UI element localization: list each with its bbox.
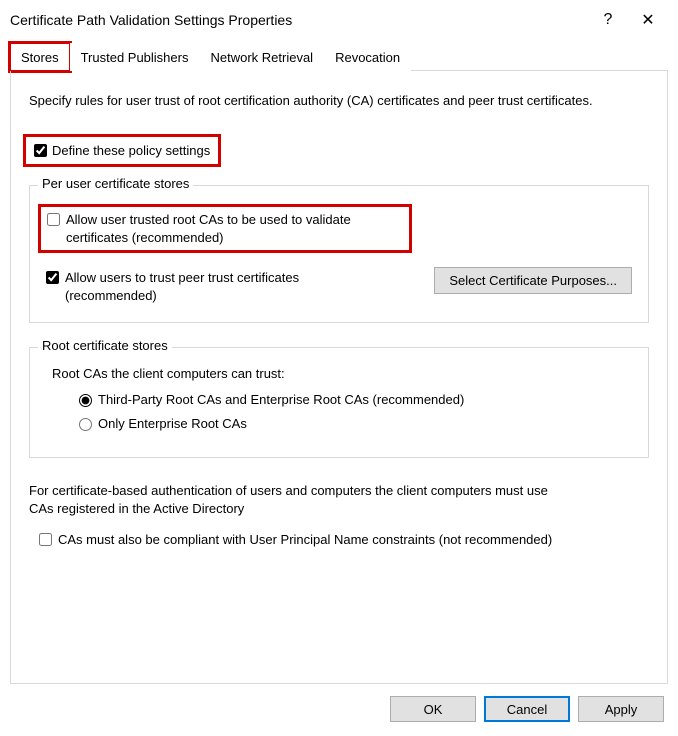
root-subhead: Root CAs the client computers can trust: (52, 366, 632, 381)
select-certificate-purposes-button[interactable]: Select Certificate Purposes... (434, 267, 632, 294)
upn-row[interactable]: CAs must also be compliant with User Pri… (39, 531, 649, 549)
radio-thirdparty-row[interactable]: Third-Party Root CAs and Enterprise Root… (74, 391, 632, 407)
radio-enterprise-row[interactable]: Only Enterprise Root CAs (74, 415, 632, 431)
highlight-allow-root: Allow user trusted root CAs to be used t… (38, 204, 412, 253)
group-per-user-legend: Per user certificate stores (38, 176, 193, 191)
tab-trusted-publishers[interactable]: Trusted Publishers (70, 43, 200, 71)
allow-root-label: Allow user trusted root CAs to be used t… (66, 211, 403, 246)
close-button[interactable]: ✕ (628, 6, 668, 34)
allow-peer-checkbox[interactable] (46, 271, 59, 284)
radio-enterprise-label: Only Enterprise Root CAs (98, 416, 247, 431)
group-root-legend: Root certificate stores (38, 338, 172, 353)
tab-content-stores: Specify rules for user trust of root cer… (10, 71, 668, 684)
group-root-stores: Root certificate stores Root CAs the cli… (29, 347, 649, 458)
upn-label: CAs must also be compliant with User Pri… (58, 531, 552, 549)
upn-checkbox[interactable] (39, 533, 52, 546)
radio-thirdparty-label: Third-Party Root CAs and Enterprise Root… (98, 392, 464, 407)
tab-revocation[interactable]: Revocation (324, 43, 411, 71)
dialog-body: Stores Trusted Publishers Network Retrie… (0, 36, 678, 684)
tab-strip: Stores Trusted Publishers Network Retrie… (10, 42, 668, 71)
auth-description: For certificate-based authentication of … (29, 482, 549, 517)
title-bar: Certificate Path Validation Settings Pro… (0, 0, 678, 36)
help-button[interactable]: ? (588, 6, 628, 34)
radio-enterprise[interactable] (79, 418, 92, 431)
description-text: Specify rules for user trust of root cer… (29, 93, 649, 108)
dialog-footer: OK Cancel Apply (0, 684, 678, 736)
define-policy-label: Define these policy settings (52, 143, 210, 158)
ok-button[interactable]: OK (390, 696, 476, 722)
allow-peer-row-container: Allow users to trust peer trust certific… (46, 269, 632, 304)
tab-stores[interactable]: Stores (10, 43, 70, 71)
allow-root-row[interactable]: Allow user trusted root CAs to be used t… (47, 211, 403, 246)
define-policy-row[interactable]: Define these policy settings (23, 134, 221, 167)
radio-thirdparty[interactable] (79, 394, 92, 407)
allow-peer-label: Allow users to trust peer trust certific… (65, 269, 325, 304)
group-per-user-stores: Per user certificate stores Allow user t… (29, 185, 649, 323)
allow-peer-row[interactable]: Allow users to trust peer trust certific… (46, 269, 422, 304)
define-policy-checkbox[interactable] (34, 144, 47, 157)
tab-network-retrieval[interactable]: Network Retrieval (199, 43, 324, 71)
allow-root-checkbox[interactable] (47, 213, 60, 226)
window-title: Certificate Path Validation Settings Pro… (10, 12, 588, 28)
cancel-button[interactable]: Cancel (484, 696, 570, 722)
apply-button[interactable]: Apply (578, 696, 664, 722)
